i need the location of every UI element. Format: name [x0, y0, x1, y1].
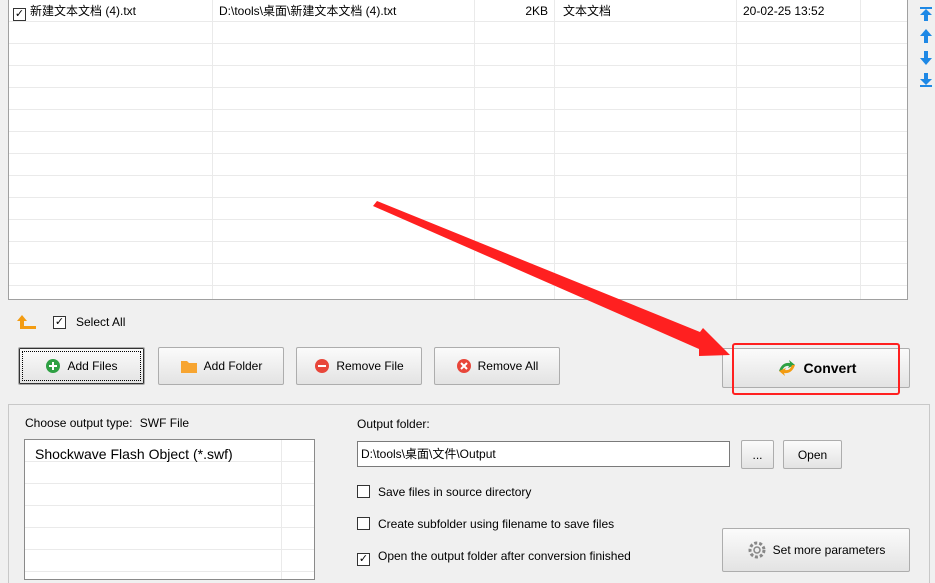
output-folder-input[interactable]: D:\tools\桌面\文件\Output	[357, 441, 730, 467]
empty-row	[9, 66, 907, 88]
browse-button[interactable]: ...	[741, 440, 774, 469]
remove-all-button[interactable]: Remove All	[434, 347, 560, 385]
folder-icon	[180, 358, 198, 374]
empty-row	[9, 132, 907, 154]
empty-row	[9, 22, 907, 44]
open-output-folder-checkbox[interactable]: ✓	[357, 553, 370, 566]
empty-row	[9, 88, 907, 110]
choose-output-value: SWF File	[139, 416, 190, 430]
up-folder-icon[interactable]	[16, 314, 38, 330]
open-output-folder-label: Open the output folder after conversion …	[378, 549, 631, 563]
open-output-folder-option[interactable]: ✓ Open the output folder after conversion…	[357, 549, 631, 566]
convert-icon	[776, 359, 798, 377]
file-list[interactable]: ✓ 新建文本文档 (4).txt D:\tools\桌面\新建文本文档 (4).t…	[8, 0, 908, 300]
empty-row	[9, 220, 907, 242]
empty-row	[25, 506, 314, 528]
create-subfolder-checkbox[interactable]	[357, 517, 370, 530]
output-type-heading: Choose output type: SWF File	[25, 416, 189, 430]
move-down-icon[interactable]	[918, 50, 934, 66]
file-path: D:\tools\桌面\新建文本文档 (4).txt	[213, 0, 475, 22]
empty-row	[9, 44, 907, 66]
add-folder-button[interactable]: Add Folder	[158, 347, 284, 385]
file-date: 20-02-25 13:52	[737, 0, 861, 22]
remove-all-label: Remove All	[477, 359, 539, 373]
set-parameters-button[interactable]: Set more parameters	[722, 528, 910, 572]
create-subfolder-label: Create subfolder using filename to save …	[378, 517, 615, 531]
empty-row	[25, 484, 314, 506]
empty-row	[25, 550, 314, 572]
empty-row	[9, 176, 907, 198]
gear-icon	[747, 540, 767, 560]
remove-file-label: Remove File	[336, 359, 404, 373]
set-parameters-label: Set more parameters	[772, 543, 886, 557]
file-size: 2KB	[475, 0, 555, 22]
empty-row	[9, 264, 907, 286]
empty-row	[25, 572, 314, 579]
empty-row	[9, 242, 907, 264]
select-all-checkbox[interactable]: ✓	[53, 316, 66, 329]
convert-button[interactable]: Convert	[722, 348, 910, 388]
add-icon	[45, 358, 61, 374]
move-up-icon[interactable]	[918, 28, 934, 44]
empty-row	[9, 198, 907, 220]
output-type-option: Shockwave Flash Object (*.swf)	[25, 440, 282, 462]
add-files-label: Add Files	[67, 359, 118, 373]
add-folder-label: Add Folder	[203, 359, 263, 373]
order-controls	[918, 6, 935, 94]
move-top-icon[interactable]	[918, 6, 934, 22]
empty-row	[9, 286, 907, 299]
empty-row	[25, 528, 314, 550]
empty-row	[9, 154, 907, 176]
remove-file-button[interactable]: Remove File	[296, 347, 422, 385]
save-in-source-label: Save files in source directory	[378, 485, 532, 499]
table-row[interactable]: ✓ 新建文本文档 (4).txt D:\tools\桌面\新建文本文档 (4).t…	[9, 0, 907, 22]
empty-row	[9, 110, 907, 132]
output-folder-label: Output folder:	[357, 417, 430, 431]
save-in-source-checkbox[interactable]	[357, 485, 370, 498]
choose-output-label: Choose output type:	[25, 416, 133, 430]
save-in-source-option[interactable]: Save files in source directory	[357, 485, 531, 499]
list-item[interactable]: Shockwave Flash Object (*.swf)	[25, 440, 314, 462]
remove-icon	[314, 358, 330, 374]
file-name: 新建文本文档 (4).txt	[30, 4, 137, 18]
select-all-label: Select All	[76, 315, 126, 329]
output-type-list[interactable]: Shockwave Flash Object (*.swf)	[24, 439, 315, 580]
file-type: 文本文档	[555, 0, 737, 22]
row-checkbox[interactable]: ✓	[13, 8, 26, 21]
add-files-button[interactable]: Add Files	[18, 347, 145, 385]
file-name-cell[interactable]: ✓ 新建文本文档 (4).txt	[9, 0, 213, 22]
create-subfolder-option[interactable]: Create subfolder using filename to save …	[357, 517, 614, 531]
clear-icon	[456, 358, 472, 374]
move-bottom-icon[interactable]	[918, 72, 934, 88]
open-folder-button[interactable]: Open	[783, 440, 842, 469]
convert-label: Convert	[803, 360, 857, 376]
empty-cell	[861, 0, 907, 22]
empty-row	[25, 462, 314, 484]
